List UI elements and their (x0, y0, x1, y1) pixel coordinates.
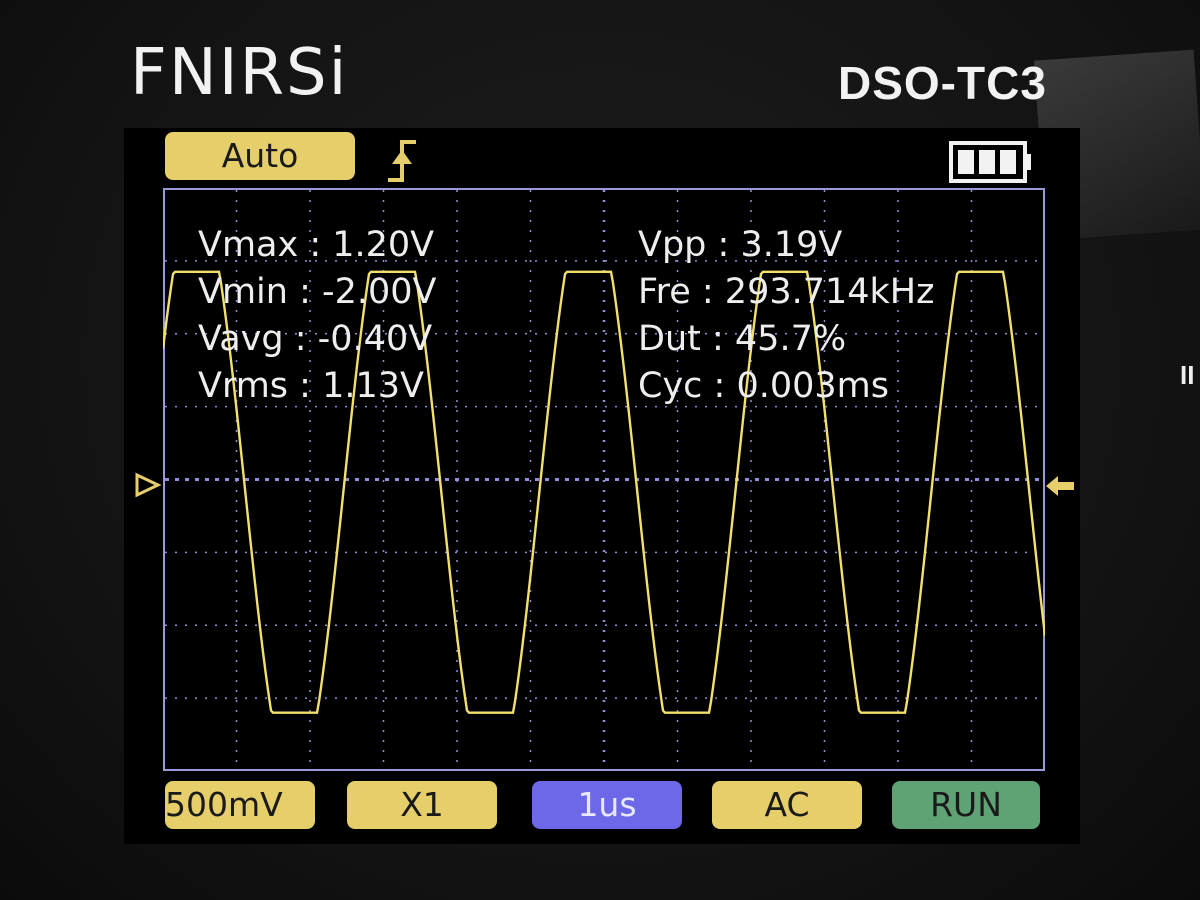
coupling-button[interactable]: AC (712, 781, 862, 829)
vmin-readout: Vmin : -2.00V (198, 272, 437, 312)
brand-logo: FNIRSi (130, 36, 349, 110)
model-label: DSO-TC3 (838, 57, 1047, 109)
volts-per-div-button[interactable]: 500mV (165, 781, 315, 829)
trigger-level-marker-icon[interactable] (1044, 473, 1076, 499)
measurements-left: Vmax : 1.20V Vmin : -2.00V Vavg : -0.40V… (198, 222, 437, 410)
vpp-readout: Vpp : 3.19V (638, 225, 843, 265)
vmax-readout: Vmax : 1.20V (198, 225, 435, 265)
side-marking: II (1180, 360, 1195, 390)
probe-multiplier-button[interactable]: X1 (347, 781, 497, 829)
vavg-readout: Vavg : -0.40V (198, 319, 433, 359)
measurements-right: Vpp : 3.19V Fre : 293.714kHz Dut : 45.7%… (638, 222, 935, 410)
trigger-mode-button[interactable]: Auto (165, 132, 355, 180)
channel-offset-marker-icon[interactable] (134, 472, 162, 498)
run-stop-button[interactable]: RUN (892, 781, 1040, 829)
duty-cycle-readout: Dut : 45.7% (638, 319, 847, 359)
cycle-time-readout: Cyc : 0.003ms (638, 366, 889, 406)
battery-full-icon (949, 141, 1031, 183)
oscilloscope-device: FNIRSi DSO-TC3 II Auto Vmax : 1.20V Vmin… (0, 0, 1200, 900)
vrms-readout: Vrms : 1.13V (198, 366, 424, 406)
time-per-div-button[interactable]: 1us (532, 781, 682, 829)
frequency-readout: Fre : 293.714kHz (638, 272, 935, 312)
rising-edge-trigger-icon[interactable] (384, 136, 420, 186)
